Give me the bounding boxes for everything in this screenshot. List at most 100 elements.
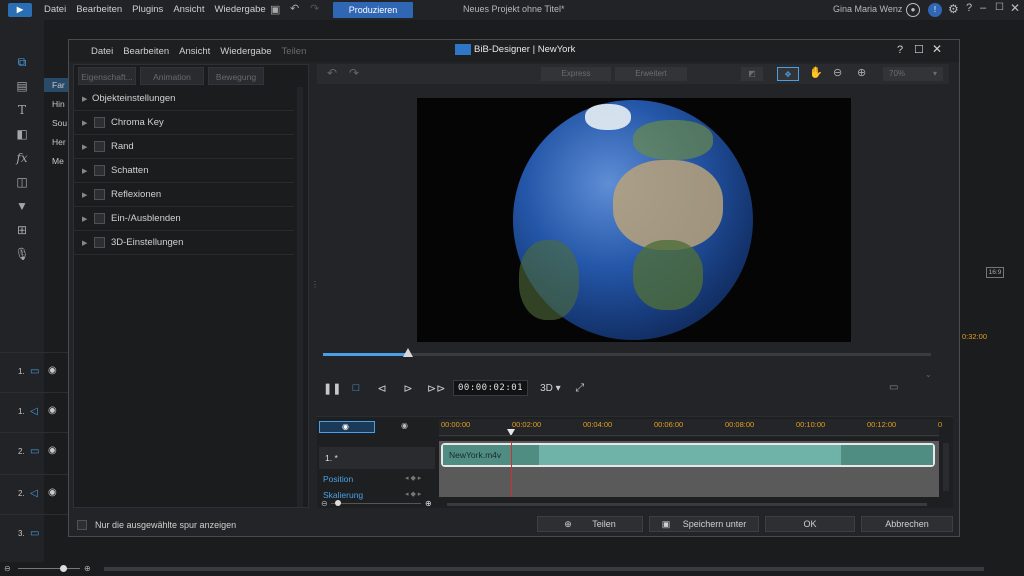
timeline-ruler[interactable]: 00:00:00 00:02:00 00:04:00 00:06:00 00:08:00… [439,419,942,437]
prop-row-3d-settings[interactable]: ▶ 3D-Einstellungen [74,231,294,255]
eye-icon[interactable]: ◉ [48,365,57,376]
next-frame-icon[interactable]: ⊳ [401,382,415,395]
dialog-close-icon[interactable]: ✕ [932,42,942,56]
fast-forward-icon[interactable]: ⊳⊳ [427,382,445,395]
zoom-out-timeline-icon[interactable]: ⊖ [321,499,328,508]
zoom-out-icon[interactable]: ⊖ [4,564,11,573]
cancel-button[interactable]: Abbrechen [861,516,953,532]
prop-row-fade[interactable]: ▶ Ein-/Ausblenden [74,207,294,231]
dlg-menu-bearbeiten[interactable]: Bearbeiten [123,46,169,57]
tab-animation[interactable]: Animation [140,67,204,85]
hand-tool-icon[interactable]: ✋ [809,66,823,79]
timeline-hscroll[interactable] [447,503,927,506]
expand-arrow-icon[interactable]: ▶ [82,215,87,223]
expand-arrow-icon[interactable]: ▶ [82,143,87,151]
expand-arrow-icon[interactable]: ▶ [82,239,87,247]
app-menu-plugins[interactable]: Plugins [132,4,163,15]
eye-icon[interactable]: ◉ [48,445,57,456]
reflection-checkbox[interactable] [94,189,105,200]
3d-mode-select[interactable]: 3D ▾ [540,383,561,394]
undo-icon[interactable]: ↶ [327,66,337,80]
collapse-icon[interactable]: ⌄ [925,370,932,379]
help-icon[interactable]: ? [966,2,972,14]
tab-motion[interactable]: Bewegung [208,67,264,85]
fullscreen-icon[interactable]: ⤢ [573,382,587,395]
prop-row-shadow[interactable]: ▶ Schatten [74,159,294,183]
transition-room-icon[interactable]: ◧ [14,126,30,142]
properties-scrollbar[interactable] [297,87,303,507]
zoom-out-icon[interactable]: ⊖ [833,66,842,79]
save-as-button[interactable]: ▣ Speichern unter [649,516,759,532]
timeline-zoom-slider[interactable] [331,503,421,504]
track-name[interactable]: 1. * [319,447,435,469]
mask-room-icon[interactable]: ▼ [14,198,30,214]
splitter-handle-icon[interactable]: ⋮ [311,280,319,289]
dlg-menu-teilen[interactable]: Teilen [282,46,307,57]
shadow-checkbox[interactable] [94,165,105,176]
3d-settings-checkbox[interactable] [94,237,105,248]
zoom-in-timeline-icon[interactable]: ⊕ [425,499,432,508]
timeline-zoom-handle[interactable] [335,500,341,506]
fx-room-icon[interactable]: fx [14,150,30,166]
minimize-icon[interactable]: – [980,2,986,14]
dlg-menu-wiedergabe[interactable]: Wiedergabe [220,46,271,57]
prev-frame-icon[interactable]: ⊲ [375,382,389,395]
expand-arrow-icon[interactable]: ▶ [82,167,87,175]
seek-handle[interactable] [403,348,414,357]
prop-row-reflection[interactable]: ▶ Reflexionen [74,183,294,207]
app-menu-wiedergabe[interactable]: Wiedergabe [214,4,265,15]
eye-icon[interactable]: ◉ [48,405,57,416]
maximize-icon[interactable]: ☐ [995,2,1004,13]
close-app-icon[interactable]: ✕ [1010,1,1020,15]
zoom-in-icon[interactable]: ⊕ [84,564,91,573]
share-button[interactable]: ⊕ Teilen [537,516,643,532]
notification-icon[interactable]: ! [928,3,942,17]
zoom-slider[interactable] [18,568,80,569]
snapshot-icon[interactable]: ▭ [889,382,898,393]
tab-properties[interactable]: Eigenschaft... [78,67,136,85]
app-hscroll[interactable] [104,567,984,571]
prop-row-chroma-key[interactable]: ▶ Chroma Key [74,111,294,135]
express-mode-button[interactable]: Express [541,67,611,81]
video-preview[interactable] [417,98,851,342]
seek-bar[interactable] [323,348,931,357]
subtitle-room-icon[interactable]: ⊞ [14,222,30,238]
save-icon[interactable]: ▣ [270,3,280,16]
only-selected-checkbox[interactable] [77,520,87,530]
timeline-mode-toggle[interactable]: ◉ [319,421,375,433]
pause-icon[interactable]: ❚❚ [323,382,341,395]
app-menu-bearbeiten[interactable]: Bearbeiten [76,4,122,15]
zoom-select[interactable]: 70% ▾ [883,67,943,81]
app-menu-ansicht[interactable]: Ansicht [173,4,204,15]
dlg-menu-ansicht[interactable]: Ansicht [179,46,210,57]
redo-icon[interactable]: ↷ [310,2,319,15]
expand-arrow-icon[interactable]: ▶ [82,119,87,127]
user-icon[interactable]: ● [906,3,920,17]
prop-row-object-settings[interactable]: ▶ Objekteinstellungen [74,87,294,111]
move-tool-icon[interactable]: ✥ [777,67,799,81]
voice-room-icon[interactable]: 🎙 [14,246,30,262]
keyframe-nav-icon[interactable]: ◂ ◆ ▸ [405,490,421,498]
grid-toggle-icon[interactable]: ◩ [741,67,763,81]
settings-icon[interactable]: ⚙ [948,2,959,16]
particle-room-icon[interactable]: ◫ [14,174,30,190]
redo-icon[interactable]: ↷ [349,66,359,80]
prop-row-border[interactable]: ▶ Rand [74,135,294,159]
stop-icon[interactable]: □ [349,382,363,394]
aspect-ratio-badge[interactable]: 16:9 [986,267,1004,278]
pip-room-icon[interactable]: ▤ [14,78,30,94]
media-room-icon[interactable]: ⧉ [14,54,30,70]
eye-icon[interactable]: ◉ [48,487,57,498]
ok-button[interactable]: OK [765,516,855,532]
undo-icon[interactable]: ↶ [290,2,299,15]
dlg-menu-datei[interactable]: Datei [91,46,113,57]
keyframe-icon[interactable]: ◉ [401,421,408,430]
app-menu-datei[interactable]: Datei [44,4,66,15]
expand-arrow-icon[interactable]: ▶ [82,191,87,199]
border-checkbox[interactable] [94,141,105,152]
expand-arrow-icon[interactable]: ▶ [82,95,87,103]
title-room-icon[interactable]: T [14,102,30,118]
dialog-help-icon[interactable]: ? [897,44,903,56]
sub-track-scale[interactable]: Skalierung [323,490,363,500]
zoom-in-icon[interactable]: ⊕ [857,66,866,79]
